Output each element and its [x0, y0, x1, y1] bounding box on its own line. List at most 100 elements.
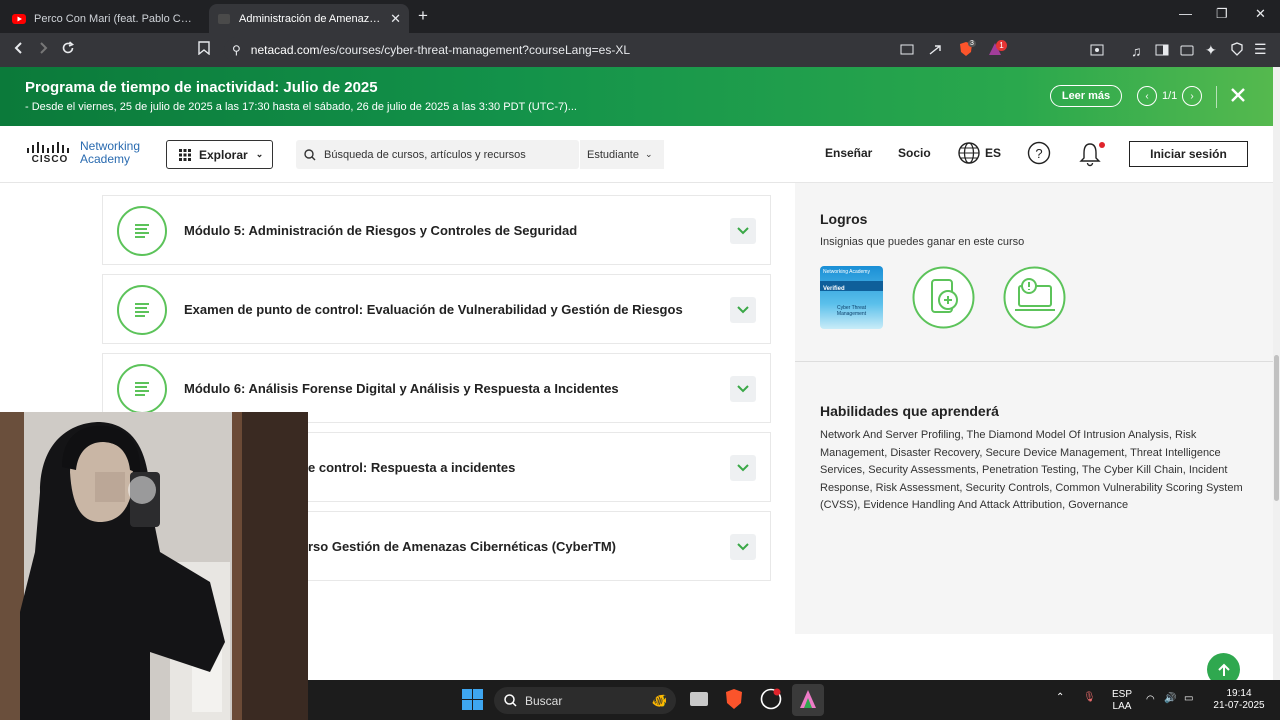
- expand-chevron-icon[interactable]: [730, 218, 756, 244]
- networking-academy-logo[interactable]: CISCO Networking Academy: [26, 140, 140, 166]
- read-more-button[interactable]: Leer más: [1050, 85, 1122, 107]
- tab-title: Administración de Amenazas Cib: [239, 12, 384, 25]
- vpn-icon[interactable]: [1230, 42, 1244, 59]
- expand-chevron-icon[interactable]: [730, 534, 756, 560]
- badge-course: Cyber Threat Management: [836, 305, 867, 317]
- share-icon[interactable]: [928, 43, 942, 59]
- expand-chevron-icon[interactable]: [730, 297, 756, 323]
- windows-start-icon[interactable]: [462, 689, 484, 716]
- webcam-photo: [0, 412, 308, 720]
- module-title: Examen de punto de control: Evaluación d…: [184, 301, 683, 317]
- maximize-icon[interactable]: ❐: [1216, 6, 1228, 22]
- clock-date: 21-07-2025: [1213, 700, 1265, 711]
- wallet-icon[interactable]: [1180, 43, 1194, 59]
- module-title: Módulo 6: Análisis Forense Digital y Aná…: [184, 380, 619, 396]
- cast-icon[interactable]: [900, 43, 914, 59]
- tray-chevron-icon[interactable]: ⌃: [1056, 692, 1064, 704]
- microphone-icon[interactable]: 🎙: [1083, 692, 1096, 704]
- leo-ai-icon[interactable]: ✦: [1205, 42, 1217, 59]
- banner-divider: [1216, 86, 1217, 108]
- clock[interactable]: 19:14 21-07-2025: [1210, 688, 1268, 712]
- forward-icon[interactable]: [36, 41, 50, 58]
- skills-list: Network And Server Profiling, The Diamon…: [820, 429, 1243, 511]
- screenshot-icon[interactable]: [1090, 43, 1104, 59]
- taskbar-search-label: Buscar: [525, 693, 563, 708]
- notifications-icon[interactable]: [1078, 141, 1106, 172]
- media-icon[interactable]: ♫: [1131, 43, 1142, 59]
- volume-icon[interactable]: 🔊: [1164, 693, 1176, 705]
- chevron-left-icon[interactable]: ‹: [1137, 86, 1157, 106]
- search-placeholder: Búsqueda de cursos, artículos y recursos: [324, 148, 526, 161]
- badge-brand: Networking Academy: [823, 269, 870, 275]
- url-domain: netacad.com: [250, 43, 320, 57]
- close-window-icon[interactable]: ✕: [1255, 6, 1266, 22]
- device-security-badge-icon[interactable]: [912, 266, 975, 329]
- tab-netacad[interactable]: Administración de Amenazas Cib ✕: [209, 4, 409, 33]
- widgets-decoration-icon: 🐠: [651, 692, 668, 708]
- expand-chevron-icon[interactable]: [730, 376, 756, 402]
- back-icon[interactable]: [12, 41, 26, 58]
- taskbar-search[interactable]: Buscar 🐠: [494, 687, 676, 714]
- tab-youtube[interactable]: Perco Con Mari (feat. Pablo Chill-E) -: [4, 4, 201, 33]
- webcam-overlay: [0, 412, 308, 720]
- menu-icon[interactable]: ☰: [1254, 41, 1267, 58]
- sidebar-icon[interactable]: [1155, 43, 1169, 59]
- url-path: /es/courses/cyber-threat-management?cour…: [319, 43, 631, 57]
- tab-title: Perco Con Mari (feat. Pablo Chill-E) -: [34, 12, 193, 25]
- lang-top: ESP: [1112, 689, 1133, 700]
- document-icon: [117, 206, 167, 256]
- search-input[interactable]: Búsqueda de cursos, artículos y recursos: [296, 140, 579, 169]
- task-view-icon[interactable]: [688, 689, 710, 714]
- minimize-icon[interactable]: —: [1179, 6, 1192, 21]
- youtube-icon: [12, 12, 26, 26]
- page-scrollbar[interactable]: [1273, 67, 1280, 680]
- svg-text:?: ?: [1035, 146, 1042, 161]
- address-bar[interactable]: ⚲ netacad.com/es/courses/cyber-threat-ma…: [224, 37, 1010, 63]
- reload-icon[interactable]: [61, 41, 75, 58]
- cisco-bars-icon: [27, 141, 69, 153]
- new-tab-icon[interactable]: +: [418, 6, 428, 26]
- skills-title: Habilidades que aprenderá: [820, 403, 999, 419]
- search-icon: [504, 694, 517, 707]
- teach-link[interactable]: Enseñar: [825, 146, 872, 160]
- wifi-icon[interactable]: ◠: [1146, 694, 1155, 706]
- chevron-down-icon: ⌄: [255, 149, 264, 159]
- arrow-up-icon: [1217, 663, 1230, 676]
- input-language[interactable]: ESP LAA: [1112, 689, 1132, 713]
- login-button[interactable]: Iniciar sesión: [1129, 141, 1248, 167]
- explore-button[interactable]: Explorar ⌄: [166, 140, 273, 169]
- role-select[interactable]: Estudiante ⌄: [580, 140, 664, 169]
- scrollbar-thumb[interactable]: [1274, 355, 1279, 501]
- grid-icon: [179, 148, 191, 161]
- banner-pager: 1/1: [1162, 90, 1178, 102]
- chevron-right-icon[interactable]: ›: [1182, 86, 1202, 106]
- verified-badge[interactable]: Networking Academy Verified Cyber Threat…: [820, 266, 883, 329]
- document-icon: [117, 364, 167, 414]
- module-accordion-item[interactable]: Módulo 5: Administración de Riesgos y Co…: [102, 195, 771, 265]
- banner-detail: - Desde el viernes, 25 de julio de 2025 …: [25, 101, 577, 113]
- course-sidebar: Logros Insignias que puedes ganar en est…: [795, 183, 1273, 634]
- laptop-alert-badge-icon[interactable]: [1003, 266, 1066, 329]
- help-icon[interactable]: ?: [1027, 141, 1051, 170]
- expand-chevron-icon[interactable]: [730, 455, 756, 481]
- explore-label: Explorar: [199, 147, 248, 162]
- logo-brand: CISCO: [31, 153, 69, 165]
- obs-taskbar-icon[interactable]: [760, 688, 782, 715]
- language-label[interactable]: ES: [985, 146, 1001, 160]
- close-tab-icon[interactable]: ✕: [390, 11, 401, 27]
- module-accordion-item[interactable]: Examen de punto de control: Evaluación d…: [102, 274, 771, 344]
- shields-count: 3: [968, 40, 976, 47]
- active-app-taskbar-icon[interactable]: [792, 684, 824, 716]
- module-title: rso Gestión de Amenazas Cibernéticas (Cy…: [308, 538, 616, 554]
- battery-icon[interactable]: ▭: [1184, 693, 1193, 705]
- banner-title: Programa de tiempo de inactividad: Julio…: [25, 79, 378, 96]
- badge-verified: Verified: [820, 281, 883, 292]
- close-banner-icon[interactable]: [1230, 87, 1246, 108]
- partner-link[interactable]: Socio: [898, 146, 931, 160]
- brave-taskbar-icon[interactable]: [724, 688, 744, 715]
- rewards-count: 1: [996, 40, 1007, 51]
- site-info-icon[interactable]: ⚲: [232, 43, 241, 57]
- globe-icon[interactable]: [957, 141, 981, 170]
- achievements-title: Logros: [820, 211, 868, 227]
- bookmark-icon[interactable]: [198, 41, 210, 58]
